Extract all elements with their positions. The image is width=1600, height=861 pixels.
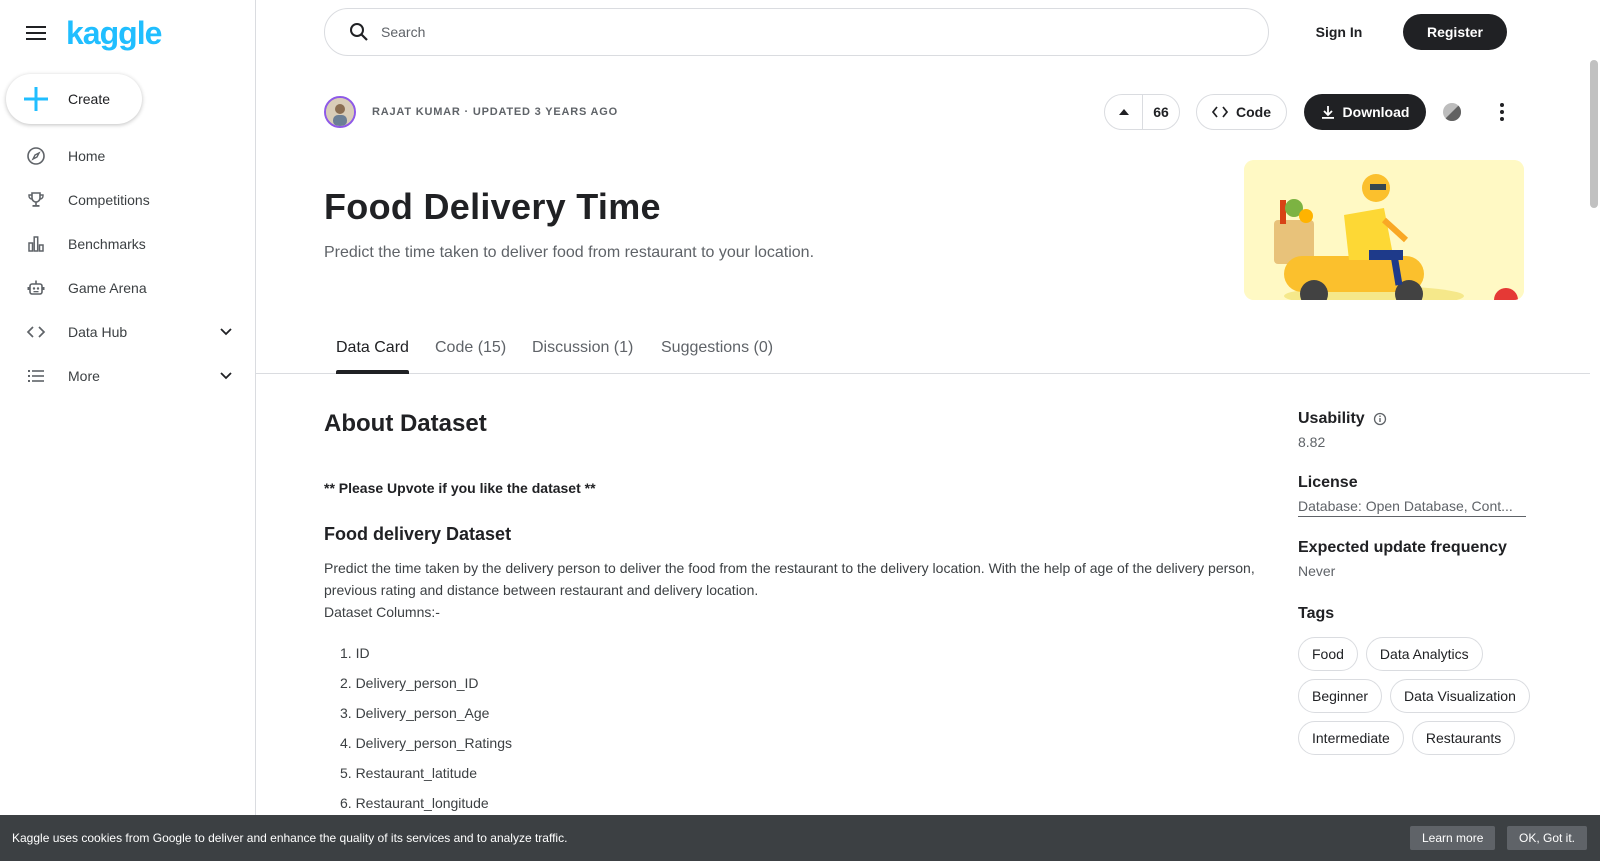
sidebar-item-more[interactable]: More [0, 354, 256, 398]
usability-heading: Usability [1298, 410, 1526, 428]
create-button[interactable]: Create [6, 74, 142, 124]
description-text: Predict the time taken by the delivery p… [324, 560, 1255, 598]
license-link[interactable]: Database: Open Database, Cont... [1298, 498, 1526, 517]
tags-heading: Tags [1298, 605, 1335, 622]
tag-chip[interactable]: Beginner [1298, 679, 1383, 713]
tab-code[interactable]: Code (15) [435, 326, 506, 373]
license-heading: License [1298, 474, 1358, 491]
sidebar-item-label: More [68, 368, 100, 384]
tag-chip[interactable]: Intermediate [1298, 721, 1404, 755]
page-title: Food Delivery Time [324, 186, 661, 227]
download-icon [1321, 105, 1335, 119]
vote-count[interactable]: 66 [1143, 104, 1179, 120]
tag-chip[interactable]: Food [1298, 637, 1358, 671]
author-updated-text[interactable]: RAJAT KUMAR · UPDATED 3 YEARS AGO [372, 106, 618, 118]
sidebar-item-home[interactable]: Home [0, 134, 256, 178]
download-button-label: Download [1342, 104, 1410, 120]
list-item: 5. Restaurant_latitude [340, 765, 477, 781]
sign-in-button[interactable]: Sign In [1300, 14, 1378, 50]
author-row: RAJAT KUMAR · UPDATED 3 YEARS AGO [324, 96, 618, 128]
code-icon [1212, 106, 1228, 118]
sidebar-item-label: Game Arena [68, 280, 147, 296]
register-button[interactable]: Register [1403, 14, 1507, 50]
info-icon[interactable] [1373, 412, 1387, 426]
sidebar: kaggle Create Home Competitions Benchmar… [0, 0, 256, 861]
about-dataset-heading: About Dataset [324, 410, 487, 437]
tag-chip[interactable]: Restaurants [1411, 721, 1516, 755]
code-button[interactable]: Code [1196, 94, 1287, 130]
cookie-banner: Kaggle uses cookies from Google to deliv… [0, 815, 1600, 861]
sidebar-item-label: Benchmarks [68, 236, 146, 252]
code-icon [26, 322, 46, 342]
compass-icon [26, 146, 46, 166]
code-button-label: Code [1236, 104, 1271, 120]
sidebar-nav: Home Competitions Benchmarks Game Arena … [0, 134, 256, 398]
update-frequency-value: Never [1298, 563, 1336, 579]
page-scrollbar[interactable] [1590, 60, 1598, 208]
bar-chart-icon [26, 234, 46, 254]
search-input[interactable] [381, 24, 1231, 40]
sidebar-item-game-arena[interactable]: Game Arena [0, 266, 256, 310]
caret-up-icon [1118, 108, 1130, 116]
list-icon [26, 366, 46, 386]
sidebar-item-label: Data Hub [68, 324, 128, 340]
search-bar[interactable] [324, 8, 1269, 56]
columns-intro: Dataset Columns:- [324, 604, 440, 620]
list-item: 1. ID [340, 645, 370, 661]
food-dataset-heading: Food delivery Dataset [324, 524, 512, 544]
more-options-icon[interactable] [1490, 100, 1514, 124]
sidebar-item-label: Home [68, 148, 106, 164]
metadata-panel: Usability 8.82 License Database: Open Da… [1298, 410, 1530, 755]
plus-icon [22, 85, 50, 113]
update-frequency-heading: Expected update frequency [1298, 539, 1507, 556]
avatar[interactable] [324, 96, 356, 128]
ok-got-it-button[interactable]: OK, Got it. [1507, 826, 1588, 850]
menu-icon[interactable] [24, 21, 48, 45]
column-list: 1. ID 2. Delivery_person_ID 3. Delivery_… [340, 645, 512, 825]
download-button[interactable]: Download [1304, 94, 1426, 130]
sidebar-item-data-hub[interactable]: Data Hub [0, 310, 256, 354]
dataset-description: Predict the time taken by the delivery p… [324, 557, 1274, 623]
list-item: 3. Delivery_person_Age [340, 705, 490, 721]
usability-label: Usability [1298, 410, 1365, 427]
tab-data-card[interactable]: Data Card [336, 326, 409, 374]
upvote-note: ** Please Upvote if you like the dataset… [324, 480, 596, 496]
robot-icon [26, 278, 46, 298]
chevron-down-icon[interactable] [216, 322, 236, 342]
tag-list: Food Data Analytics Beginner Data Visual… [1298, 637, 1538, 755]
learn-more-button[interactable]: Learn more [1410, 826, 1496, 850]
kaggle-logo[interactable]: kaggle [66, 17, 162, 49]
list-item: 4. Delivery_person_Ratings [340, 735, 512, 751]
sidebar-top: kaggle [24, 17, 162, 49]
tag-chip[interactable]: Data Visualization [1390, 679, 1530, 713]
tab-bar: Data Card Code (15) Discussion (1) Sugge… [256, 326, 1590, 374]
page-subtitle: Predict the time taken to deliver food f… [324, 244, 815, 261]
tab-suggestions[interactable]: Suggestions (0) [661, 326, 773, 373]
list-item: 2. Delivery_person_ID [340, 675, 479, 691]
theme-toggle-icon[interactable] [1441, 101, 1463, 123]
usability-value: 8.82 [1298, 434, 1326, 450]
sidebar-item-label: Competitions [68, 192, 150, 208]
tag-chip[interactable]: Data Analytics [1365, 637, 1483, 671]
create-label: Create [68, 91, 111, 107]
sidebar-item-benchmarks[interactable]: Benchmarks [0, 222, 256, 266]
trophy-icon [26, 190, 46, 210]
dataset-cover-image [1244, 160, 1524, 300]
tab-discussion[interactable]: Discussion (1) [532, 326, 633, 373]
upvote-group: 66 [1104, 94, 1180, 130]
upvote-button[interactable] [1105, 95, 1143, 129]
search-icon [349, 22, 369, 42]
cookie-text: Kaggle uses cookies from Google to deliv… [12, 831, 568, 845]
chevron-down-icon[interactable] [216, 366, 236, 386]
sidebar-item-competitions[interactable]: Competitions [0, 178, 256, 222]
